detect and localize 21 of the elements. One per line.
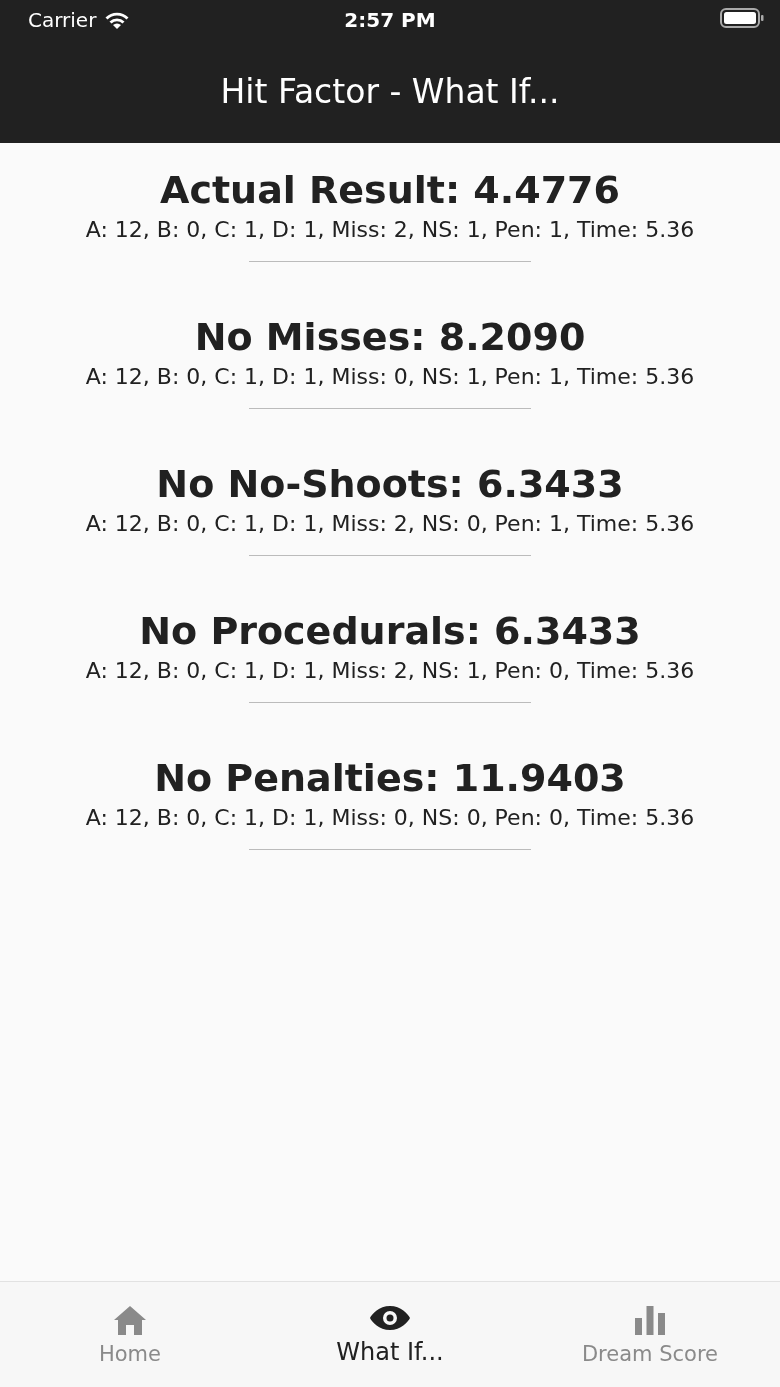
result-title: No Penalties: 11.9403 [154, 755, 626, 802]
result-detail: A: 12, B: 0, C: 1, D: 1, Miss: 2, NS: 1, Pen: 1, Time: 5.36 [85, 216, 695, 244]
tab-item[interactable]: Home [0, 1282, 260, 1387]
result-detail: A: 12, B: 0, C: 1, D: 1, Miss: 0, NS: 0, Pen: 0, Time: 5.36 [85, 804, 695, 832]
tab-item[interactable]: Dream Score [520, 1282, 780, 1387]
result-detail: A: 12, B: 0, C: 1, D: 1, Miss: 0, NS: 1, Pen: 1, Time: 5.36 [85, 363, 695, 391]
home-icon [112, 1303, 148, 1336]
battery-icon [720, 8, 764, 28]
result-detail: A: 12, B: 0, C: 1, D: 1, Miss: 2, NS: 0, Pen: 1, Time: 5.36 [85, 510, 695, 538]
bar-chart-icon [634, 1303, 666, 1336]
nav-title: Hit Factor - What If... [220, 72, 560, 111]
tab-item[interactable]: What If... [260, 1282, 520, 1387]
wifi-icon [104, 10, 131, 30]
result-detail: A: 12, B: 0, C: 1, D: 1, Miss: 2, NS: 1, Pen: 0, Time: 5.36 [85, 657, 695, 685]
result-title: No Procedurals: 6.3433 [139, 608, 641, 655]
result-title: No Misses: 8.2090 [194, 314, 586, 361]
status-time: 2:57 PM [344, 8, 436, 32]
eye-icon [369, 1303, 411, 1332]
result-title: Actual Result: 4.4776 [160, 167, 620, 214]
carrier-name: Carrier [28, 8, 97, 32]
result-title: No No-Shoots: 6.3433 [156, 461, 624, 508]
